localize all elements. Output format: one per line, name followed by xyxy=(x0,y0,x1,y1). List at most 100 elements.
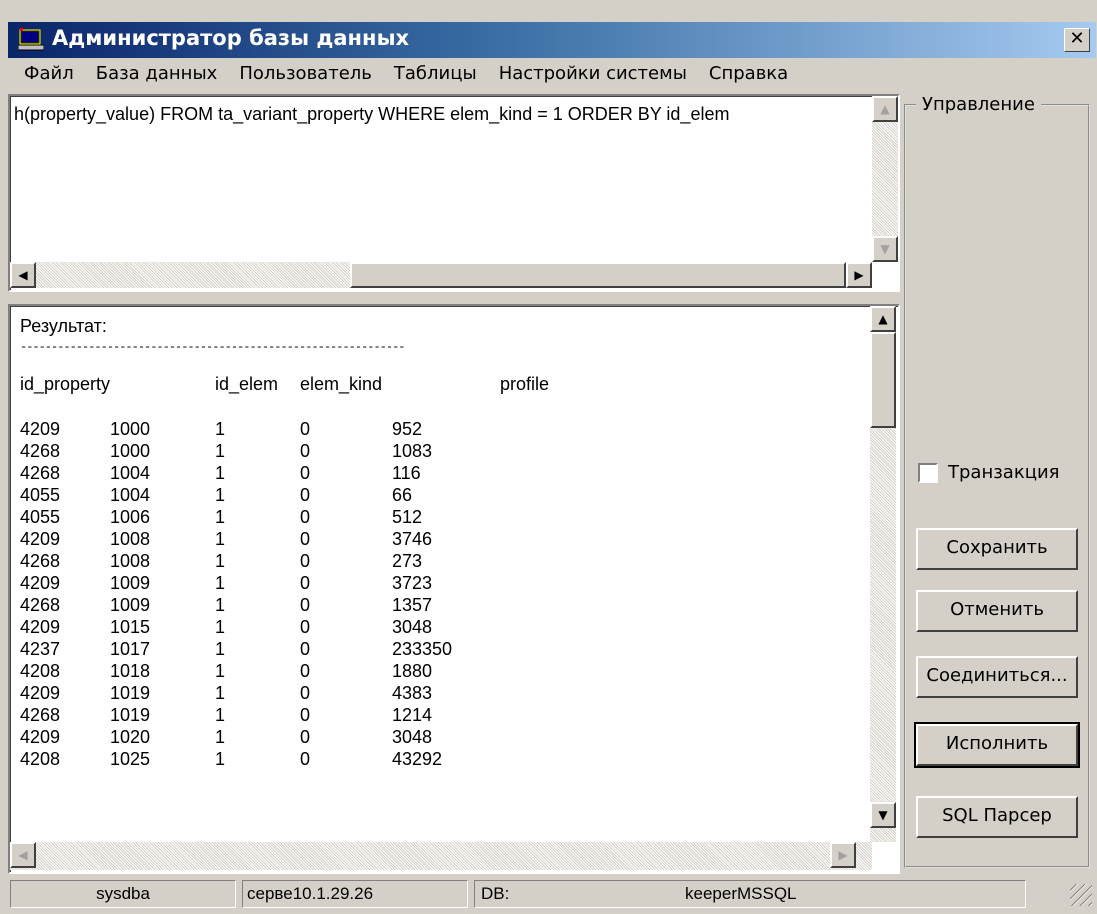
cell-id-elem: 1025 xyxy=(110,749,151,769)
menu-file[interactable]: Файл xyxy=(24,60,74,90)
menu-help[interactable]: Справка xyxy=(709,60,788,90)
cell-elem-kind: 1 xyxy=(215,639,226,659)
scroll-up-icon[interactable]: ▲ xyxy=(872,96,898,122)
scroll-up-icon[interactable]: ▲ xyxy=(870,306,896,332)
cell-id-property: 4268 xyxy=(20,463,61,483)
result-horizontal-scrollbar[interactable]: ◀ ▶ xyxy=(10,842,872,870)
cell-elem-kind: 1 xyxy=(215,551,226,571)
execute-button[interactable]: Исполнить xyxy=(914,722,1080,768)
result-vscroll-thumb[interactable] xyxy=(870,332,896,428)
result-vertical-scrollbar[interactable]: ▲ ▼ xyxy=(870,306,896,842)
cell-flag: 0 xyxy=(300,441,311,461)
cell-id-elem: 1000 xyxy=(110,441,151,461)
cell-id-elem: 1004 xyxy=(110,485,151,505)
cell-elem-kind: 1 xyxy=(215,485,226,505)
control-group-label: Управление xyxy=(916,94,1041,115)
cell-id-elem: 1004 xyxy=(110,463,151,483)
scroll-right-icon[interactable]: ▶ xyxy=(830,842,856,868)
cell-flag: 0 xyxy=(300,573,311,593)
cell-profile: 66 xyxy=(392,485,413,505)
cell-flag: 0 xyxy=(300,705,311,725)
cell-flag: 0 xyxy=(300,551,311,571)
cell-flag: 0 xyxy=(300,595,311,615)
menu-system-settings[interactable]: Настройки системы xyxy=(499,60,687,90)
cell-profile: 1083 xyxy=(392,441,433,461)
menu-database[interactable]: База данных xyxy=(96,60,218,90)
cell-flag: 0 xyxy=(300,485,311,505)
cell-profile: 512 xyxy=(392,507,423,527)
query-horizontal-scrollbar[interactable]: ◀ ▶ xyxy=(10,262,872,288)
cell-id-elem: 1009 xyxy=(110,573,151,593)
cell-profile: 952 xyxy=(392,419,423,439)
cell-id-elem: 1008 xyxy=(110,551,151,571)
cell-elem-kind: 1 xyxy=(215,507,226,527)
cell-id-property: 4055 xyxy=(20,507,61,527)
scroll-down-icon[interactable]: ▼ xyxy=(870,802,896,828)
scroll-left-icon[interactable]: ◀ xyxy=(10,842,36,868)
cell-id-property: 4209 xyxy=(20,617,61,637)
cell-flag: 0 xyxy=(300,419,311,439)
col-header-elem-kind: elem_kind xyxy=(300,374,383,394)
cell-id-property: 4209 xyxy=(20,683,61,703)
cell-profile: 43292 xyxy=(392,749,443,769)
database-admin-icon xyxy=(18,28,44,51)
cell-id-elem: 1000 xyxy=(110,419,151,439)
cell-elem-kind: 1 xyxy=(215,595,226,615)
transaction-checkbox[interactable] xyxy=(918,462,938,483)
status-db-label: DB: xyxy=(481,884,510,903)
cell-profile: 116 xyxy=(392,463,421,483)
col-header-id-elem: id_elem xyxy=(215,374,279,394)
query-hscroll-thumb[interactable] xyxy=(350,262,846,288)
cell-elem-kind: 1 xyxy=(215,529,226,549)
cell-id-property: 4055 xyxy=(20,485,61,505)
menu-tables[interactable]: Таблицы xyxy=(394,60,477,90)
cell-id-elem: 1015 xyxy=(110,617,151,637)
cell-id-elem: 1008 xyxy=(110,529,151,549)
status-user: sysdba xyxy=(10,880,236,908)
cell-id-elem: 1019 xyxy=(110,683,151,703)
scroll-right-icon[interactable]: ▶ xyxy=(846,262,872,288)
save-button[interactable]: Сохранить xyxy=(916,528,1078,570)
cell-id-property: 4268 xyxy=(20,595,61,615)
cell-id-elem: 1018 xyxy=(110,661,151,681)
cell-flag: 0 xyxy=(300,749,311,769)
connect-button[interactable]: Соединиться... xyxy=(916,656,1078,698)
cancel-button[interactable]: Отменить xyxy=(916,590,1078,632)
status-bar: sysdba серве10.1.29.26 DB: keeperMSSQL xyxy=(8,876,1096,910)
menu-user[interactable]: Пользователь xyxy=(239,60,372,90)
cell-profile: 4383 xyxy=(392,683,433,703)
result-title: Результат: xyxy=(20,316,107,336)
cell-id-property: 4268 xyxy=(20,441,61,461)
resize-grip-icon[interactable] xyxy=(1070,884,1092,906)
cell-elem-kind: 1 xyxy=(215,419,226,439)
sql-query-text[interactable]: h(property_value) FROM ta_variant_proper… xyxy=(14,104,864,125)
cell-id-property: 4209 xyxy=(20,573,61,593)
cell-flag: 0 xyxy=(300,661,311,681)
cell-id-property: 4209 xyxy=(20,727,61,747)
cell-id-property: 4268 xyxy=(20,551,61,571)
cell-profile: 3048 xyxy=(392,617,433,637)
sql-parser-button[interactable]: SQL Парсер xyxy=(916,796,1078,838)
cell-profile: 3746 xyxy=(392,529,433,549)
cell-profile: 1357 xyxy=(392,595,433,615)
title-bar[interactable]: Администратор базы данных ✕ xyxy=(8,22,1096,58)
cell-id-elem: 1017 xyxy=(110,639,151,659)
cell-profile: 3048 xyxy=(392,727,433,747)
result-output[interactable]: Результат: -----------------------------… xyxy=(8,304,900,874)
app-window: Администратор базы данных ✕ Файл База да… xyxy=(0,0,1097,914)
cell-id-elem: 1006 xyxy=(110,507,151,527)
sql-query-editor[interactable]: h(property_value) FROM ta_variant_proper… xyxy=(8,94,900,292)
close-button[interactable]: ✕ xyxy=(1064,28,1090,52)
cell-id-elem: 1019 xyxy=(110,705,151,725)
transaction-checkbox-row[interactable]: Транзакция xyxy=(918,462,1059,483)
cell-elem-kind: 1 xyxy=(215,705,226,725)
cell-profile: 1214 xyxy=(392,705,433,725)
query-vertical-scrollbar[interactable]: ▲ ▼ xyxy=(872,96,898,262)
cell-id-property: 4208 xyxy=(20,661,61,681)
cell-elem-kind: 1 xyxy=(215,573,226,593)
menu-bar: Файл База данных Пользователь Таблицы На… xyxy=(8,60,896,90)
scroll-down-icon[interactable]: ▼ xyxy=(872,236,898,262)
cell-id-property: 4237 xyxy=(20,639,61,659)
scroll-left-icon[interactable]: ◀ xyxy=(10,262,36,288)
cell-elem-kind: 1 xyxy=(215,749,226,769)
